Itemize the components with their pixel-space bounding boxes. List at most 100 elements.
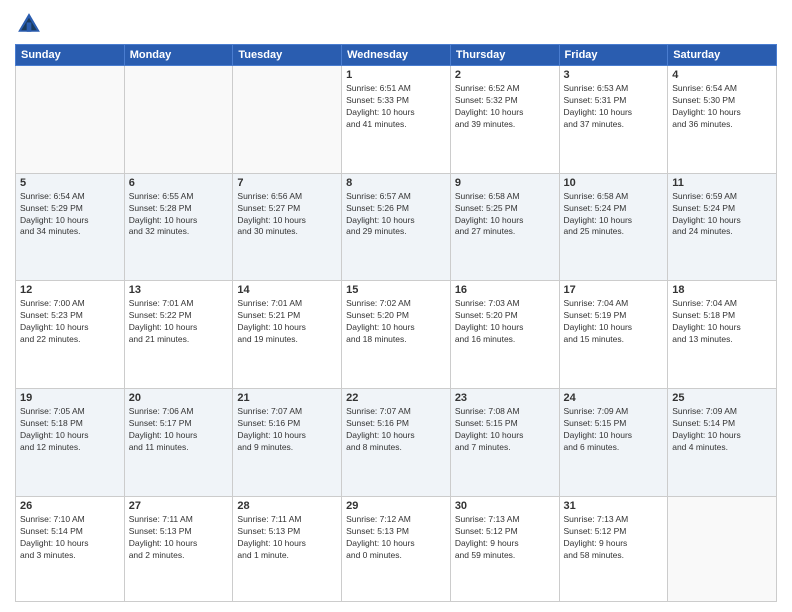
page: SundayMondayTuesdayWednesdayThursdayFrid… <box>0 0 792 612</box>
day-number: 25 <box>672 392 772 404</box>
col-header-saturday: Saturday <box>668 45 777 66</box>
day-number: 18 <box>672 284 772 296</box>
day-info: Sunrise: 6:54 AM Sunset: 5:30 PM Dayligh… <box>672 83 772 131</box>
day-info: Sunrise: 6:52 AM Sunset: 5:32 PM Dayligh… <box>455 83 555 131</box>
col-header-wednesday: Wednesday <box>342 45 451 66</box>
day-info: Sunrise: 7:05 AM Sunset: 5:18 PM Dayligh… <box>20 406 120 454</box>
col-header-monday: Monday <box>124 45 233 66</box>
calendar-header-row: SundayMondayTuesdayWednesdayThursdayFrid… <box>16 45 777 66</box>
day-number: 26 <box>20 500 120 512</box>
day-info: Sunrise: 6:54 AM Sunset: 5:29 PM Dayligh… <box>20 191 120 239</box>
day-number: 23 <box>455 392 555 404</box>
day-number: 12 <box>20 284 120 296</box>
calendar-cell <box>668 496 777 601</box>
calendar-cell <box>233 66 342 174</box>
calendar-week-4: 19 Sunrise: 7:05 AM Sunset: 5:18 PM Dayli… <box>16 389 777 497</box>
calendar-cell: 6 Sunrise: 6:55 AM Sunset: 5:28 PM Daylig… <box>124 173 233 281</box>
day-number: 27 <box>129 500 229 512</box>
calendar-cell: 23Sunrise: 7:08 AM Sunset: 5:15 PM Dayli… <box>450 389 559 497</box>
logo-icon <box>15 10 43 38</box>
day-number: 7 <box>237 177 337 189</box>
day-info: Sunrise: 7:09 AM Sunset: 5:15 PM Dayligh… <box>564 406 664 454</box>
day-info: Sunrise: 7:11 AM Sunset: 5:13 PM Dayligh… <box>237 514 337 562</box>
day-info: Sunrise: 7:11 AM Sunset: 5:13 PM Dayligh… <box>129 514 229 562</box>
day-number: 24 <box>564 392 664 404</box>
calendar-cell: 19 Sunrise: 7:05 AM Sunset: 5:18 PM Dayli… <box>16 389 125 497</box>
day-number: 14 <box>237 284 337 296</box>
calendar-cell: 24 Sunrise: 7:09 AM Sunset: 5:15 PM Dayli… <box>559 389 668 497</box>
day-number: 28 <box>237 500 337 512</box>
calendar-cell: 16 Sunrise: 7:03 AM Sunset: 5:20 PM Dayli… <box>450 281 559 389</box>
day-info: Sunrise: 7:12 AM Sunset: 5:13 PM Dayligh… <box>346 514 446 562</box>
calendar-cell: 26 Sunrise: 7:10 AM Sunset: 5:14 PM Dayli… <box>16 496 125 601</box>
calendar-cell: 12 Sunrise: 7:00 AM Sunset: 5:23 PM Dayli… <box>16 281 125 389</box>
day-number: 13 <box>129 284 229 296</box>
calendar-week-3: 12 Sunrise: 7:00 AM Sunset: 5:23 PM Dayli… <box>16 281 777 389</box>
day-number: 16 <box>455 284 555 296</box>
day-number: 30 <box>455 500 555 512</box>
col-header-thursday: Thursday <box>450 45 559 66</box>
day-info: Sunrise: 7:10 AM Sunset: 5:14 PM Dayligh… <box>20 514 120 562</box>
day-info: Sunrise: 7:04 AM Sunset: 5:19 PM Dayligh… <box>564 298 664 346</box>
calendar-cell: 28 Sunrise: 7:11 AM Sunset: 5:13 PM Dayli… <box>233 496 342 601</box>
day-number: 9 <box>455 177 555 189</box>
day-info: Sunrise: 7:07 AM Sunset: 5:16 PM Dayligh… <box>237 406 337 454</box>
col-header-tuesday: Tuesday <box>233 45 342 66</box>
day-info: Sunrise: 6:58 AM Sunset: 5:24 PM Dayligh… <box>564 191 664 239</box>
calendar: SundayMondayTuesdayWednesdayThursdayFrid… <box>15 44 777 602</box>
calendar-cell <box>16 66 125 174</box>
day-info: Sunrise: 7:00 AM Sunset: 5:23 PM Dayligh… <box>20 298 120 346</box>
calendar-cell: 10 Sunrise: 6:58 AM Sunset: 5:24 PM Dayli… <box>559 173 668 281</box>
day-info: Sunrise: 6:51 AM Sunset: 5:33 PM Dayligh… <box>346 83 446 131</box>
day-info: Sunrise: 7:04 AM Sunset: 5:18 PM Dayligh… <box>672 298 772 346</box>
day-number: 3 <box>564 69 664 81</box>
day-number: 22 <box>346 392 446 404</box>
day-number: 15 <box>346 284 446 296</box>
day-number: 10 <box>564 177 664 189</box>
col-header-sunday: Sunday <box>16 45 125 66</box>
day-info: Sunrise: 7:07 AM Sunset: 5:16 PM Dayligh… <box>346 406 446 454</box>
day-info: Sunrise: 6:57 AM Sunset: 5:26 PM Dayligh… <box>346 191 446 239</box>
day-number: 1 <box>346 69 446 81</box>
day-number: 31 <box>564 500 664 512</box>
day-info: Sunrise: 6:56 AM Sunset: 5:27 PM Dayligh… <box>237 191 337 239</box>
day-info: Sunrise: 7:13 AM Sunset: 5:12 PM Dayligh… <box>564 514 664 562</box>
day-number: 21 <box>237 392 337 404</box>
calendar-cell: 21 Sunrise: 7:07 AM Sunset: 5:16 PM Dayli… <box>233 389 342 497</box>
logo <box>15 10 47 38</box>
calendar-cell: 17 Sunrise: 7:04 AM Sunset: 5:19 PM Dayli… <box>559 281 668 389</box>
day-number: 19 <box>20 392 120 404</box>
day-number: 8 <box>346 177 446 189</box>
day-number: 29 <box>346 500 446 512</box>
day-number: 2 <box>455 69 555 81</box>
calendar-week-2: 5 Sunrise: 6:54 AM Sunset: 5:29 PM Daylig… <box>16 173 777 281</box>
calendar-cell: 31 Sunrise: 7:13 AM Sunset: 5:12 PM Dayli… <box>559 496 668 601</box>
calendar-cell: 9 Sunrise: 6:58 AM Sunset: 5:25 PM Daylig… <box>450 173 559 281</box>
calendar-cell: 30Sunrise: 7:13 AM Sunset: 5:12 PM Dayli… <box>450 496 559 601</box>
day-info: Sunrise: 7:06 AM Sunset: 5:17 PM Dayligh… <box>129 406 229 454</box>
calendar-week-1: 1 Sunrise: 6:51 AM Sunset: 5:33 PM Daylig… <box>16 66 777 174</box>
day-info: Sunrise: 6:55 AM Sunset: 5:28 PM Dayligh… <box>129 191 229 239</box>
calendar-cell <box>124 66 233 174</box>
day-info: Sunrise: 6:59 AM Sunset: 5:24 PM Dayligh… <box>672 191 772 239</box>
day-info: Sunrise: 7:01 AM Sunset: 5:21 PM Dayligh… <box>237 298 337 346</box>
calendar-cell: 1 Sunrise: 6:51 AM Sunset: 5:33 PM Daylig… <box>342 66 451 174</box>
day-number: 20 <box>129 392 229 404</box>
day-number: 5 <box>20 177 120 189</box>
day-info: Sunrise: 7:02 AM Sunset: 5:20 PM Dayligh… <box>346 298 446 346</box>
calendar-cell: 13Sunrise: 7:01 AM Sunset: 5:22 PM Dayli… <box>124 281 233 389</box>
day-info: Sunrise: 7:03 AM Sunset: 5:20 PM Dayligh… <box>455 298 555 346</box>
calendar-cell: 2 Sunrise: 6:52 AM Sunset: 5:32 PM Daylig… <box>450 66 559 174</box>
calendar-cell: 27 Sunrise: 7:11 AM Sunset: 5:13 PM Dayli… <box>124 496 233 601</box>
col-header-friday: Friday <box>559 45 668 66</box>
day-info: Sunrise: 6:53 AM Sunset: 5:31 PM Dayligh… <box>564 83 664 131</box>
day-info: Sunrise: 7:09 AM Sunset: 5:14 PM Dayligh… <box>672 406 772 454</box>
calendar-cell: 14 Sunrise: 7:01 AM Sunset: 5:21 PM Dayli… <box>233 281 342 389</box>
calendar-cell: 15 Sunrise: 7:02 AM Sunset: 5:20 PM Dayli… <box>342 281 451 389</box>
calendar-cell: 5 Sunrise: 6:54 AM Sunset: 5:29 PM Daylig… <box>16 173 125 281</box>
day-info: Sunrise: 6:58 AM Sunset: 5:25 PM Dayligh… <box>455 191 555 239</box>
day-number: 6 <box>129 177 229 189</box>
calendar-cell: 25 Sunrise: 7:09 AM Sunset: 5:14 PM Dayli… <box>668 389 777 497</box>
day-number: 17 <box>564 284 664 296</box>
calendar-cell: 7 Sunrise: 6:56 AM Sunset: 5:27 PM Daylig… <box>233 173 342 281</box>
